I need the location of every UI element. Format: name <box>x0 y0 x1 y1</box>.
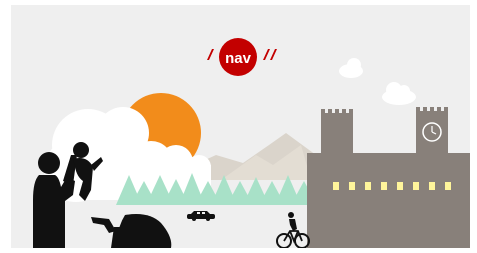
hero-illustration: nav <box>11 5 470 248</box>
logo-text: nav <box>225 50 252 67</box>
